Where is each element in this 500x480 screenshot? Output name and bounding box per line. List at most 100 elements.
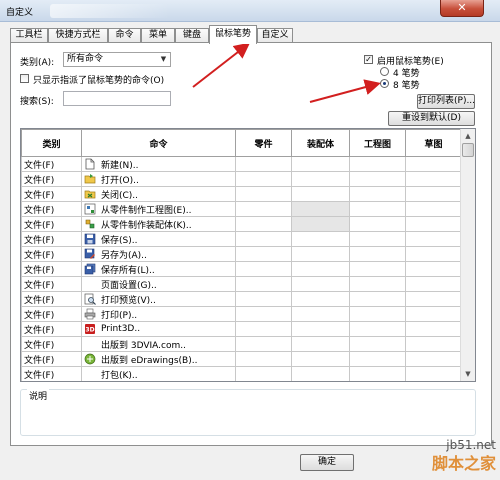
column-header-command[interactable]: 命令 bbox=[81, 129, 236, 157]
gesture-cell-drawing[interactable] bbox=[349, 291, 406, 307]
gesture-cell-drawing[interactable] bbox=[349, 261, 406, 277]
gesture-cell-drawing[interactable] bbox=[349, 276, 406, 292]
gesture-cell-drawing[interactable] bbox=[349, 336, 406, 352]
table-row[interactable]: 文件(F) 另存为(A).. bbox=[21, 246, 462, 262]
gesture-cell-part[interactable] bbox=[235, 171, 292, 187]
gesture-cell-assembly[interactable] bbox=[291, 336, 350, 352]
column-header-sketch[interactable]: 草图 bbox=[405, 129, 462, 157]
table-row[interactable]: 文件(F) 从零件制作装配体(K).. bbox=[21, 216, 462, 232]
gesture-cell-drawing[interactable] bbox=[349, 321, 406, 337]
scroll-up-icon[interactable]: ▲ bbox=[461, 129, 475, 143]
table-row[interactable]: 文件(F) 关闭(C).. bbox=[21, 186, 462, 202]
scroll-thumb[interactable] bbox=[462, 143, 474, 157]
gesture-cell-assembly[interactable] bbox=[291, 186, 350, 202]
gesture-cell-assembly[interactable] bbox=[291, 291, 350, 307]
gesture-cell-sketch[interactable] bbox=[405, 306, 462, 322]
gesture-cell-assembly[interactable] bbox=[291, 231, 350, 247]
gesture-cell-assembly[interactable] bbox=[291, 366, 350, 381]
gesture-8-radio[interactable] bbox=[380, 79, 389, 88]
gesture-cell-part[interactable] bbox=[235, 216, 292, 232]
table-row[interactable]: 文件(F) 保存所有(L).. bbox=[21, 261, 462, 277]
gesture-cell-part[interactable] bbox=[235, 231, 292, 247]
gesture-cell-part[interactable] bbox=[235, 156, 292, 172]
table-row[interactable]: 文件(F) 从零件制作工程图(E).. bbox=[21, 201, 462, 217]
gesture-cell-drawing[interactable] bbox=[349, 231, 406, 247]
tab-keyboard[interactable]: 键盘 bbox=[175, 28, 209, 43]
tab-customize[interactable]: 自定义 bbox=[257, 28, 293, 43]
gesture-cell-assembly[interactable] bbox=[291, 321, 350, 337]
gesture-cell-drawing[interactable] bbox=[349, 351, 406, 367]
table-row[interactable]: 文件(F) 打印(P).. bbox=[21, 306, 462, 322]
gesture-cell-assembly[interactable] bbox=[291, 171, 350, 187]
gesture-cell-part[interactable] bbox=[235, 291, 292, 307]
tab-mouse-gestures[interactable]: 鼠标笔势 bbox=[209, 25, 257, 44]
gesture-cell-sketch[interactable] bbox=[405, 291, 462, 307]
gesture-cell-drawing[interactable] bbox=[349, 216, 406, 232]
table-row[interactable]: 文件(F) 打印预览(V).. bbox=[21, 291, 462, 307]
gesture-cell-assembly[interactable] bbox=[291, 306, 350, 322]
gesture-cell-part[interactable] bbox=[235, 351, 292, 367]
gesture-cell-part[interactable] bbox=[235, 306, 292, 322]
table-row[interactable]: 文件(F) 3D Print3D.. bbox=[21, 321, 462, 337]
gesture-cell-sketch[interactable] bbox=[405, 261, 462, 277]
gesture-cell-part[interactable] bbox=[235, 336, 292, 352]
gesture-cell-part[interactable] bbox=[235, 246, 292, 262]
gesture-cell-sketch[interactable] bbox=[405, 246, 462, 262]
gesture-cell-sketch[interactable] bbox=[405, 231, 462, 247]
gesture-cell-drawing[interactable] bbox=[349, 246, 406, 262]
gesture-cell-assembly[interactable] bbox=[291, 276, 350, 292]
gesture-cell-sketch[interactable] bbox=[405, 201, 462, 217]
gesture-cell-sketch[interactable] bbox=[405, 156, 462, 172]
gesture-cell-part[interactable] bbox=[235, 261, 292, 277]
gesture-cell-part[interactable] bbox=[235, 276, 292, 292]
gesture-cell-sketch[interactable] bbox=[405, 366, 462, 381]
enable-gestures-checkbox[interactable]: ✓ bbox=[364, 55, 373, 64]
table-row[interactable]: 文件(F) 打包(K).. bbox=[21, 366, 462, 381]
gesture-cell-drawing[interactable] bbox=[349, 156, 406, 172]
gesture-cell-drawing[interactable] bbox=[349, 201, 406, 217]
gesture-cell-assembly[interactable] bbox=[291, 216, 350, 232]
table-row[interactable]: 文件(F) 保存(S).. bbox=[21, 231, 462, 247]
gesture-cell-part[interactable] bbox=[235, 186, 292, 202]
table-row[interactable]: 文件(F) 出版到 eDrawings(B).. bbox=[21, 351, 462, 367]
gesture-cell-part[interactable] bbox=[235, 201, 292, 217]
gesture-cell-part[interactable] bbox=[235, 321, 292, 337]
gesture-cell-drawing[interactable] bbox=[349, 366, 406, 381]
table-row[interactable]: 文件(F) 页面设置(G).. bbox=[21, 276, 462, 292]
search-input[interactable] bbox=[63, 91, 171, 106]
category-select[interactable]: 所有命令 ▼ bbox=[63, 52, 171, 67]
tab-toolbars[interactable]: 工具栏 bbox=[10, 28, 48, 43]
gesture-cell-sketch[interactable] bbox=[405, 276, 462, 292]
column-header-assembly[interactable]: 装配体 bbox=[291, 129, 350, 157]
gesture-cell-sketch[interactable] bbox=[405, 186, 462, 202]
table-row[interactable]: 文件(F) 打开(O).. bbox=[21, 171, 462, 187]
gesture-cell-sketch[interactable] bbox=[405, 171, 462, 187]
column-header-part[interactable]: 零件 bbox=[235, 129, 292, 157]
gesture-cell-assembly[interactable] bbox=[291, 246, 350, 262]
gesture-cell-part[interactable] bbox=[235, 366, 292, 381]
gesture-cell-drawing[interactable] bbox=[349, 306, 406, 322]
gesture-cell-sketch[interactable] bbox=[405, 336, 462, 352]
table-row[interactable]: 文件(F) 出版到 3DVIA.com.. bbox=[21, 336, 462, 352]
table-row[interactable]: 文件(F) 新建(N).. bbox=[21, 156, 462, 172]
gesture-cell-assembly[interactable] bbox=[291, 156, 350, 172]
gesture-cell-assembly[interactable] bbox=[291, 261, 350, 277]
tab-shortcut-bar[interactable]: 快捷方式栏 bbox=[48, 28, 108, 43]
column-header-category[interactable]: 类别 bbox=[21, 129, 82, 157]
close-button[interactable]: ✕ bbox=[440, 0, 484, 17]
gesture-cell-sketch[interactable] bbox=[405, 351, 462, 367]
gesture-cell-sketch[interactable] bbox=[405, 321, 462, 337]
tab-commands[interactable]: 命令 bbox=[108, 28, 141, 43]
print-list-button[interactable]: 打印列表(P)... bbox=[417, 94, 475, 109]
scroll-down-icon[interactable]: ▼ bbox=[461, 367, 475, 381]
column-header-drawing[interactable]: 工程图 bbox=[349, 129, 406, 157]
reset-to-default-button[interactable]: 重设到默认(D) bbox=[388, 111, 475, 126]
tab-menus[interactable]: 菜单 bbox=[141, 28, 175, 43]
gesture-cell-sketch[interactable] bbox=[405, 216, 462, 232]
gesture-4-radio[interactable] bbox=[380, 67, 389, 76]
gesture-cell-assembly[interactable] bbox=[291, 201, 350, 217]
only-assigned-checkbox[interactable] bbox=[20, 74, 29, 83]
ok-button[interactable]: 确定 bbox=[300, 454, 354, 471]
table-scrollbar[interactable]: ▲ ▼ bbox=[460, 129, 475, 381]
gesture-cell-drawing[interactable] bbox=[349, 171, 406, 187]
